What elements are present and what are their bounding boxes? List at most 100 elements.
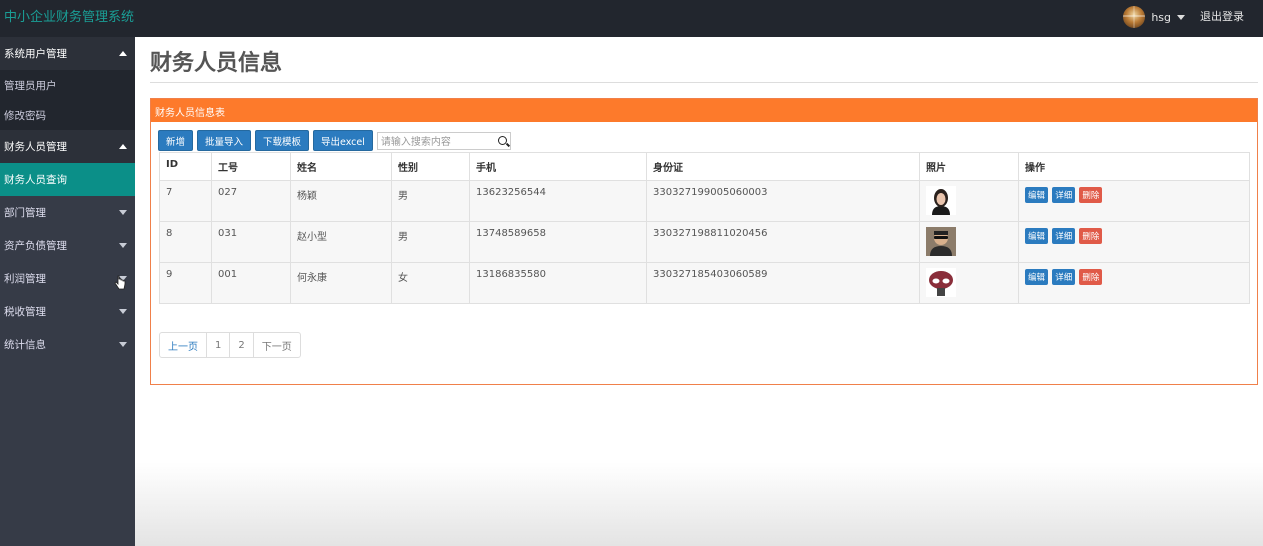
chevron-down-icon (119, 309, 127, 314)
chevron-up-icon (119, 51, 127, 56)
cell-actions: 编辑 详细 删除 (1018, 221, 1250, 263)
user-menu[interactable]: hsg (1123, 6, 1185, 28)
cell-gender: 女 (391, 262, 470, 304)
sidebar-group-label: 系统用户管理 (4, 48, 67, 60)
cell-phone: 13748589658 (469, 221, 647, 263)
chevron-down-icon (119, 210, 127, 215)
chevron-down-icon[interactable] (1177, 14, 1185, 20)
cell-name: 杨颖 (290, 180, 392, 222)
sidebar-item-label: 管理员用户 (4, 79, 57, 92)
cell-photo (919, 221, 1019, 263)
cell-phone: 13186835580 (469, 262, 647, 304)
export-excel-button[interactable]: 导出excel (313, 130, 373, 151)
column-header-phone: 手机 (469, 152, 647, 181)
sidebar-group-assets-liabilities[interactable]: 资产负债管理 (0, 229, 135, 262)
chevron-up-icon (119, 144, 127, 149)
add-button[interactable]: 新增 (158, 130, 194, 151)
next-page-button[interactable]: 下一页 (254, 333, 300, 357)
logout-link[interactable]: 退出登录 (1200, 8, 1244, 24)
sidebar-item-change-password[interactable]: 修改密码 (0, 100, 135, 130)
sidebar-submenu-system-users: 管理员用户 修改密码 (0, 70, 135, 130)
sidebar-group-label: 部门管理 (4, 207, 46, 219)
delete-button[interactable]: 删除 (1079, 228, 1103, 244)
sidebar-group-statistics[interactable]: 统计信息 (0, 328, 135, 361)
cell-emp-no: 031 (211, 221, 291, 263)
sidebar: 系统用户管理 管理员用户 修改密码 财务人员管理 财务人员查询 部门管理 资产负… (0, 37, 135, 546)
user-avatar[interactable] (1123, 6, 1146, 28)
sidebar-group-label: 财务人员管理 (4, 141, 67, 153)
panel-title: 财务人员信息表 (151, 99, 1257, 122)
sidebar-group-label: 利润管理 (4, 273, 46, 285)
sidebar-group-departments[interactable]: 部门管理 (0, 196, 135, 229)
table-row: 8 031 赵小型 男 13748589658 3303271988110204… (159, 221, 1250, 263)
cell-id: 8 (159, 221, 212, 263)
edit-button[interactable]: 编辑 (1025, 228, 1049, 244)
pagination: 上一页 1 2 下一页 (159, 332, 301, 358)
toolbar: 新增 批量导入 下载模板 导出excel 请输入搜索内容 (158, 130, 511, 151)
search-input[interactable]: 请输入搜索内容 (376, 131, 511, 150)
cell-emp-no: 001 (211, 262, 291, 304)
delete-button[interactable]: 删除 (1079, 187, 1103, 203)
prev-page-button[interactable]: 上一页 (160, 333, 207, 357)
cell-photo (919, 262, 1019, 304)
photo-thumbnail[interactable] (926, 268, 956, 297)
cell-id: 7 (159, 180, 212, 222)
cell-name: 何永康 (290, 262, 392, 304)
column-header-gender: 性别 (391, 152, 470, 181)
download-template-button[interactable]: 下载模板 (255, 130, 310, 151)
page-title: 财务人员信息 (150, 51, 283, 76)
photo-thumbnail[interactable] (926, 227, 956, 256)
column-header-id-card: 身份证 (646, 152, 920, 181)
sidebar-group-finance-staff[interactable]: 财务人员管理 (0, 130, 135, 163)
cell-gender: 男 (391, 180, 470, 222)
cell-actions: 编辑 详细 删除 (1018, 180, 1250, 222)
top-navbar: 中小企业财务管理系统 hsg 退出登录 (0, 0, 1263, 37)
search-icon[interactable] (497, 136, 507, 145)
column-header-photo: 照片 (919, 152, 1019, 181)
page-2-button[interactable]: 2 (230, 333, 254, 357)
cell-id-card: 330327198811020456 (646, 221, 920, 263)
staff-table: ID 工号 姓名 性别 手机 身份证 照片 操作 7 027 杨颖 男 1362… (159, 152, 1250, 304)
table-row: 9 001 何永康 女 13186835580 3303271854030605… (159, 262, 1250, 304)
detail-button[interactable]: 详细 (1052, 187, 1076, 203)
page-1-button[interactable]: 1 (207, 333, 231, 357)
staff-panel: 财务人员信息表 新增 批量导入 下载模板 导出excel 请输入搜索内容 ID … (150, 98, 1258, 385)
divider (150, 82, 1258, 83)
app-title[interactable]: 中小企业财务管理系统 (4, 6, 134, 25)
sidebar-item-finance-staff-query[interactable]: 财务人员查询 (0, 163, 135, 196)
sidebar-item-admin-users[interactable]: 管理员用户 (0, 70, 135, 100)
hand-cursor-icon (114, 275, 126, 290)
edit-button[interactable]: 编辑 (1025, 187, 1049, 203)
sidebar-group-label: 统计信息 (4, 339, 46, 351)
table-header-row: ID 工号 姓名 性别 手机 身份证 照片 操作 (159, 152, 1250, 181)
column-header-actions: 操作 (1018, 152, 1250, 181)
cell-name: 赵小型 (290, 221, 392, 263)
chevron-down-icon (119, 243, 127, 248)
user-name[interactable]: hsg (1151, 11, 1171, 24)
sidebar-group-label: 资产负债管理 (4, 240, 67, 252)
column-header-id: ID (159, 152, 212, 181)
column-header-name: 姓名 (290, 152, 392, 181)
main-content: 财务人员信息 财务人员信息表 新增 批量导入 下载模板 导出excel 请输入搜… (135, 37, 1263, 546)
sidebar-group-label: 税收管理 (4, 306, 46, 318)
cell-phone: 13623256544 (469, 180, 647, 222)
sidebar-group-tax[interactable]: 税收管理 (0, 295, 135, 328)
delete-button[interactable]: 删除 (1079, 269, 1103, 285)
chevron-down-icon (119, 342, 127, 347)
cell-emp-no: 027 (211, 180, 291, 222)
detail-button[interactable]: 详细 (1052, 228, 1076, 244)
column-header-emp-no: 工号 (211, 152, 291, 181)
cell-id: 9 (159, 262, 212, 304)
sidebar-item-label: 修改密码 (4, 109, 46, 122)
cell-actions: 编辑 详细 删除 (1018, 262, 1250, 304)
cell-photo (919, 180, 1019, 222)
sidebar-group-system-users[interactable]: 系统用户管理 (0, 37, 135, 70)
sidebar-item-label: 财务人员查询 (4, 174, 67, 186)
detail-button[interactable]: 详细 (1052, 269, 1076, 285)
search-placeholder: 请输入搜索内容 (380, 137, 451, 148)
edit-button[interactable]: 编辑 (1025, 269, 1049, 285)
table-row: 7 027 杨颖 男 13623256544 33032719900506000… (159, 180, 1250, 222)
photo-thumbnail[interactable] (926, 186, 956, 215)
batch-import-button[interactable]: 批量导入 (197, 130, 252, 151)
cell-id-card: 330327199005060003 (646, 180, 920, 222)
